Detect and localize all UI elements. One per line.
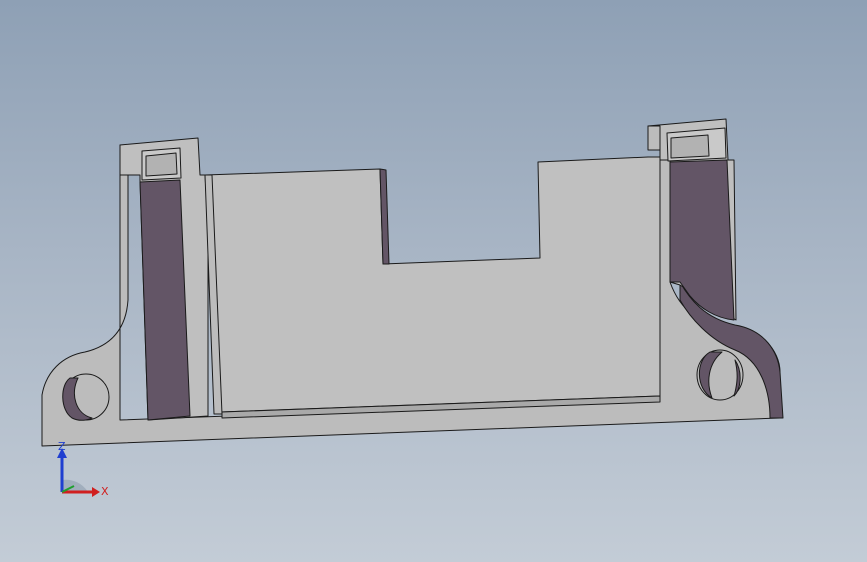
x-axis-label: X [101, 485, 109, 498]
triad-graphic [57, 448, 100, 497]
graphics-viewport[interactable]: Z X [0, 0, 867, 562]
part-model[interactable] [0, 0, 867, 562]
right-window-inner [670, 134, 710, 159]
z-axis-label: Z [58, 440, 66, 453]
view-triad: Z X [40, 440, 120, 510]
main-box-face [204, 156, 661, 413]
left-window-inner [145, 152, 178, 177]
